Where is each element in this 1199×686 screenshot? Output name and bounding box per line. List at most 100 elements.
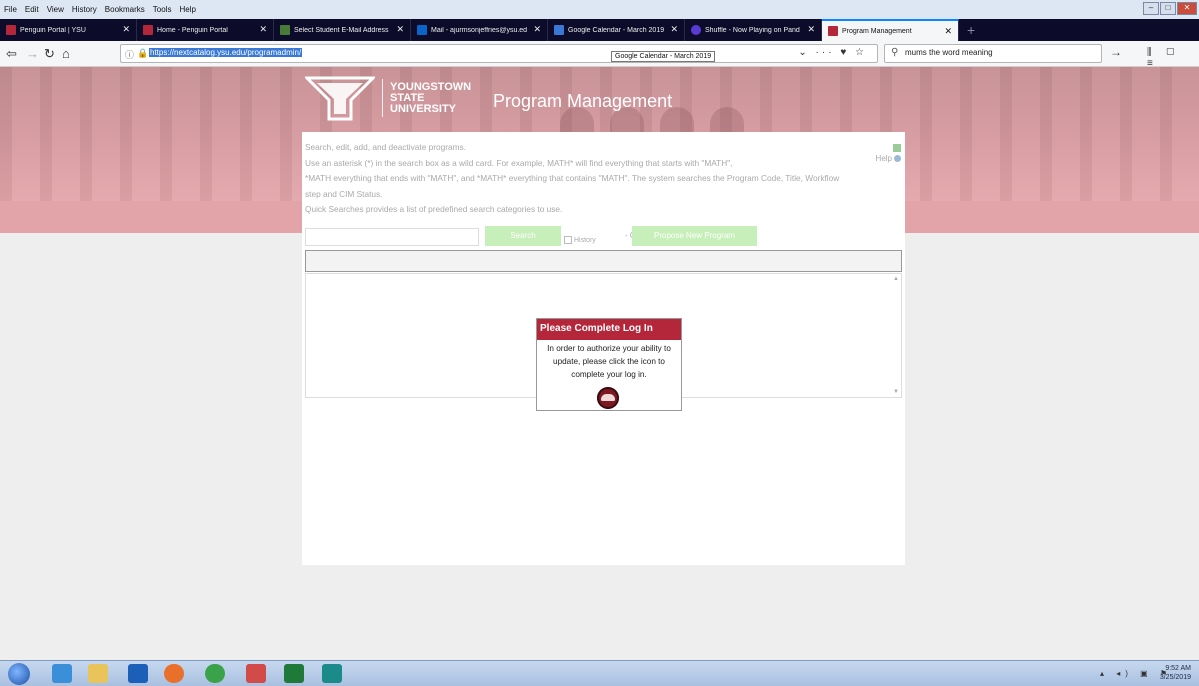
navigation-bar: ⇦ → ↻ ⌂ ⓘ 🔒 https://nextcatalog.ysu.edu/…: [0, 41, 1199, 67]
url-bar[interactable]: ⓘ 🔒 https://nextcatalog.ysu.edu/programa…: [120, 44, 878, 63]
logo-line-1: YOUNGSTOWN: [390, 80, 472, 93]
menu-history[interactable]: History: [68, 5, 101, 14]
page-title: Program Management: [493, 91, 673, 111]
menu-edit[interactable]: Edit: [21, 5, 43, 14]
login-dialog-title: Please Complete Log In: [537, 319, 681, 340]
tab-select-student-email[interactable]: Select Student E-Mail Address ✕: [274, 19, 411, 41]
history-label: History: [574, 236, 596, 244]
tab-tooltip: Google Calendar - March 2019: [611, 51, 716, 62]
propose-new-program-button[interactable]: Propose New Program: [632, 226, 757, 246]
home-icon[interactable]: ⌂: [62, 46, 70, 61]
back-icon[interactable]: ⇦: [6, 46, 17, 62]
forward-icon[interactable]: →: [26, 46, 39, 61]
search-input[interactable]: ⚲ mums the word meaning: [884, 44, 1102, 63]
firefox-icon[interactable]: [164, 664, 184, 683]
lock-icon[interactable]: 🔒: [137, 48, 148, 59]
main-panel: Search, edit, add, and deactivate progra…: [302, 132, 905, 565]
form-favicon-icon: [280, 25, 290, 35]
taskbar: ▴ ◂) ▣ ⚑ 9:52 AM 3/25/2019: [0, 660, 1199, 686]
tab-label: Shuffle - Now Playing on Pand: [705, 26, 800, 34]
outlook-icon[interactable]: [128, 664, 148, 683]
close-tab-icon[interactable]: ✕: [122, 24, 130, 35]
new-tab-icon[interactable]: +: [959, 19, 983, 41]
close-tab-icon[interactable]: ✕: [396, 24, 404, 35]
help-link[interactable]: Help: [876, 144, 901, 163]
help-icon: [894, 155, 901, 163]
start-button[interactable]: [8, 663, 30, 685]
url-text[interactable]: https://nextcatalog.ysu.edu/programadmin…: [149, 48, 303, 57]
page-content: YOUNGSTOWN STATE UNIVERSITY Program Mana…: [0, 67, 1199, 660]
window-controls: – □ ✕: [1143, 2, 1197, 15]
tab-google-calendar[interactable]: Google Calendar - March 2019 ✕: [548, 19, 685, 41]
search-go-icon[interactable]: →: [1110, 45, 1122, 59]
ysu-favicon-icon: [143, 25, 153, 35]
history-checkbox-box[interactable]: [564, 236, 572, 244]
tab-label: Mail - ajurmsonjeffries@ysu.ed: [431, 26, 528, 34]
menu-view[interactable]: View: [43, 5, 68, 14]
close-window-button[interactable]: ✕: [1177, 2, 1197, 15]
help-label: Help: [875, 154, 892, 163]
clock[interactable]: 9:52 AM 3/25/2019: [1160, 664, 1191, 682]
tab-label: Home - Penguin Portal: [157, 26, 228, 34]
tab-label: Penguin Portal | YSU: [20, 26, 86, 34]
instructions-line: Use an asterisk (*) in the search box as…: [305, 157, 733, 168]
chrome-icon[interactable]: [205, 664, 225, 683]
menu-bar: File Edit View History Bookmarks Tools H…: [0, 0, 1199, 19]
snipping-tool-icon[interactable]: [246, 664, 266, 683]
menu-tools[interactable]: Tools: [149, 5, 176, 14]
login-message-line: complete your log in.: [571, 370, 647, 379]
library-sidebar-menu-icons[interactable]: ⫼ ▢ ≡: [1147, 47, 1199, 69]
minimize-button[interactable]: –: [1143, 2, 1159, 15]
ysu-favicon-icon: [828, 26, 838, 36]
results-header: [305, 250, 902, 272]
scroll-down-icon[interactable]: ▼: [893, 389, 899, 395]
internet-explorer-icon[interactable]: [52, 664, 72, 683]
info-icon[interactable]: ⓘ: [125, 48, 134, 61]
tab-penguin-portal[interactable]: Penguin Portal | YSU ✕: [0, 19, 137, 41]
menu-bookmarks[interactable]: Bookmarks: [101, 5, 149, 14]
tab-label: Select Student E-Mail Address: [294, 26, 389, 34]
calendar-favicon-icon: [554, 25, 564, 35]
logo-wordmark: YOUNGSTOWN STATE UNIVERSITY: [390, 80, 472, 115]
search-value: mums the word meaning: [905, 48, 993, 57]
program-search-input[interactable]: [305, 228, 479, 246]
logo-line-3: UNIVERSITY: [390, 102, 457, 115]
login-message-line: In order to authorize your ability to: [547, 344, 671, 353]
history-checkbox[interactable]: History: [564, 236, 596, 244]
tab-home-penguin-portal[interactable]: Home - Penguin Portal ✕: [137, 19, 274, 41]
maximize-button[interactable]: □: [1160, 2, 1176, 15]
page-actions-icon[interactable]: ⌄ ··· ♥ ☆: [798, 47, 867, 58]
publisher-icon[interactable]: [322, 664, 342, 683]
ysu-favicon-icon: [6, 25, 16, 35]
penguin-login-icon[interactable]: [597, 387, 619, 409]
reload-icon[interactable]: ↻: [44, 46, 55, 62]
menu-file[interactable]: File: [0, 5, 21, 14]
close-tab-icon[interactable]: ✕: [807, 24, 815, 35]
ysu-y-logo-icon: [305, 76, 375, 121]
tab-mail[interactable]: Mail - ajurmsonjeffries@ysu.ed ✕: [411, 19, 548, 41]
login-message-line: update, please click the icon to: [553, 357, 665, 366]
excel-icon[interactable]: [284, 664, 304, 683]
search-button[interactable]: Search: [485, 226, 561, 246]
close-tab-icon[interactable]: ✕: [259, 24, 267, 35]
tab-strip: Penguin Portal | YSU ✕ Home - Penguin Po…: [0, 19, 1199, 41]
scroll-up-icon[interactable]: ▲: [893, 276, 899, 282]
tab-label: Google Calendar - March 2019: [568, 26, 665, 34]
clock-time: 9:52 AM: [1165, 665, 1191, 672]
close-tab-icon[interactable]: ✕: [533, 24, 541, 35]
search-icon: ⚲: [891, 47, 899, 58]
ysu-logo[interactable]: YOUNGSTOWN STATE UNIVERSITY: [305, 75, 471, 121]
instructions: Search, edit, add, and deactivate progra…: [305, 140, 895, 218]
pandora-favicon-icon: [691, 25, 701, 35]
outlook-favicon-icon: [417, 25, 427, 35]
quick-search-icon[interactable]: [893, 144, 901, 152]
logo-line-2: STATE: [390, 91, 425, 104]
file-explorer-icon[interactable]: [88, 664, 108, 683]
tab-pandora-shuffle[interactable]: Shuffle - Now Playing on Pand ✕: [685, 19, 822, 41]
menu-help[interactable]: Help: [175, 5, 199, 14]
instructions-line: *MATH everything that ends with "MATH", …: [305, 173, 840, 183]
close-tab-icon[interactable]: ✕: [670, 24, 678, 35]
tab-program-management[interactable]: Program Management ✕: [822, 19, 959, 41]
instructions-line: step and CIM Status.: [305, 188, 383, 199]
close-tab-icon[interactable]: ✕: [944, 26, 952, 37]
